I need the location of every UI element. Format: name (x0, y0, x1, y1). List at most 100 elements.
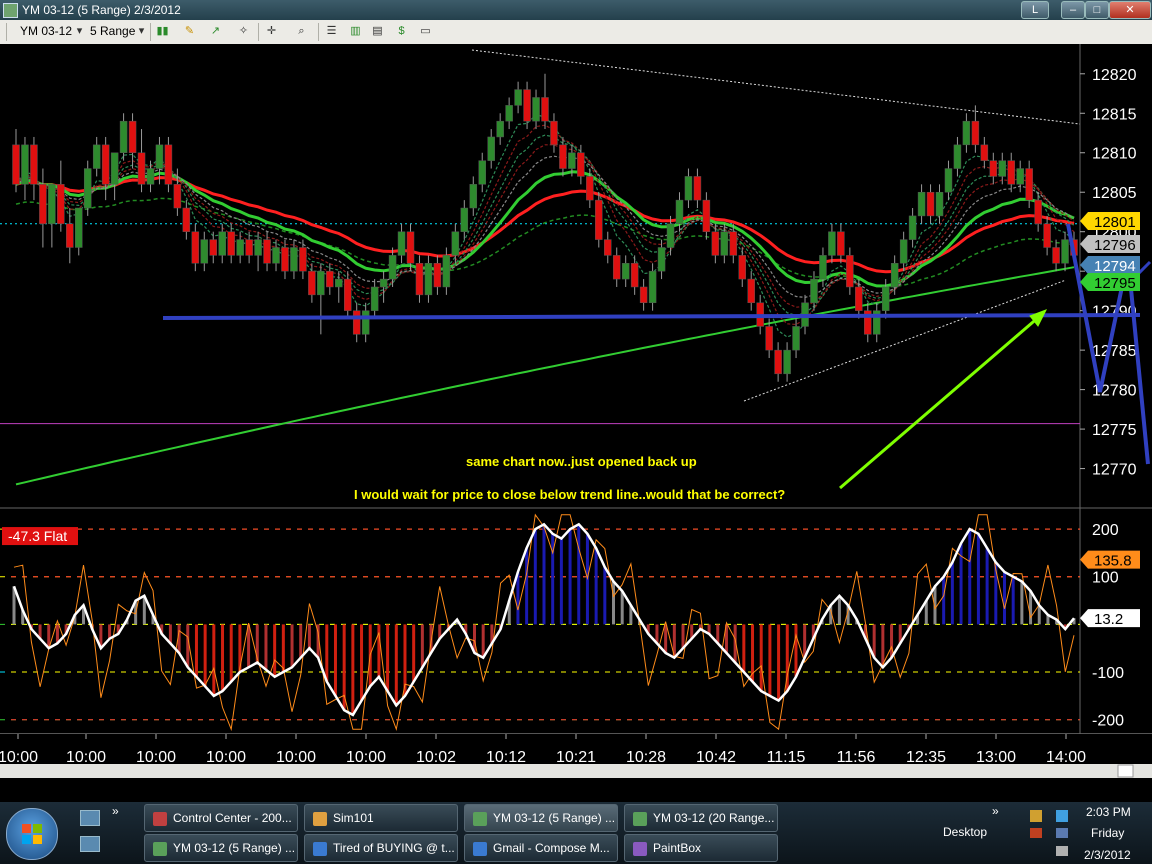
candle-down (281, 247, 289, 272)
candle-down (101, 144, 110, 185)
candle-up (110, 152, 119, 185)
pencil-icon[interactable]: ✎ (182, 24, 197, 39)
close-button[interactable]: ✕ (1109, 1, 1151, 19)
scrollbar-thumb[interactable] (1117, 764, 1134, 778)
time-tick-label: 10:00 (276, 749, 316, 766)
task-label: YM 03-12 (5 Range) ... (173, 841, 296, 855)
candle-down (209, 239, 218, 256)
tray-chevron[interactable]: » (992, 804, 999, 818)
instrument-selector[interactable]: YM 03-12 (20, 23, 72, 40)
cci-tick-label: 200 (1092, 522, 1119, 539)
candle-down (559, 144, 567, 169)
candle-up (828, 231, 836, 256)
candle-down (711, 231, 720, 256)
taskbar-task[interactable]: Control Center - 200... (144, 804, 298, 832)
taskbar-task[interactable]: YM 03-12 (5 Range) ... (144, 834, 298, 862)
candle-up (720, 231, 729, 256)
price-tick-label: 12815 (1092, 106, 1137, 123)
quicklaunch-desktop-icon[interactable] (80, 810, 100, 826)
app-icon (3, 3, 18, 18)
taskbar-task[interactable]: YM 03-12 (5 Range) ... (464, 804, 618, 832)
chart-toolbar: YM 03-12 ▾ 5 Range ▾ ▮▮ ✎ ↗ ✧ ✛ ⌕ ☰ ▥ ▤ … (0, 20, 1152, 45)
candle-down (299, 247, 307, 272)
task-app-icon (473, 811, 487, 826)
candle-up (890, 263, 899, 288)
candle-up (379, 278, 388, 288)
candle-up (119, 120, 128, 153)
candle-up (272, 247, 280, 264)
time-tick-label: 10:02 (416, 749, 456, 766)
start-button[interactable] (6, 808, 58, 860)
candle-up (648, 270, 657, 304)
interval-selector[interactable]: 5 Range (90, 23, 135, 40)
candle-up (424, 263, 433, 296)
candle-down (693, 176, 702, 201)
candle-up (218, 231, 226, 256)
candle-up (1016, 168, 1024, 185)
taskbar-task[interactable]: Tired of BUYING @ t... (304, 834, 458, 862)
maximize-button[interactable]: □ (1085, 1, 1109, 19)
candle-down (747, 278, 755, 304)
candle-down (1025, 168, 1033, 201)
candle-down (765, 326, 773, 351)
network-icon[interactable] (1056, 828, 1068, 838)
dollar-icon[interactable]: $ (394, 24, 409, 39)
zoom-icon[interactable]: ⌕ (294, 24, 309, 39)
candle-up (496, 120, 504, 138)
layout-button[interactable]: L (1021, 1, 1049, 19)
draw-tool-icon[interactable]: ↗ (208, 24, 223, 39)
taskbar-task[interactable]: YM 03-12 (20 Range... (624, 804, 778, 832)
instrument-dropdown-icon[interactable]: ▾ (72, 24, 87, 39)
candle-up (568, 152, 576, 169)
data-box-icon[interactable]: ▭ (418, 24, 433, 39)
crosshair-icon[interactable]: ✛ (264, 24, 279, 39)
indicators-icon[interactable]: ▥ (348, 24, 363, 39)
candle-up (953, 144, 962, 169)
taskbar-task[interactable]: PaintBox (624, 834, 778, 862)
candle-down (30, 144, 38, 185)
candle-up (819, 255, 827, 280)
candle-up (451, 231, 460, 256)
candle-up (200, 239, 209, 264)
candle-down (66, 223, 74, 248)
candle-down (1034, 199, 1042, 225)
horizontal-scrollbar[interactable] (0, 764, 1152, 778)
minimize-button[interactable]: – (1061, 1, 1085, 19)
candle-up (944, 168, 953, 193)
task-label: YM 03-12 (20 Range... (653, 811, 775, 825)
taskbar-task[interactable]: Sim101 (304, 804, 458, 832)
cci-value-label: -47.3 Flat (8, 528, 67, 544)
price-tick-label: 12770 (1092, 462, 1137, 479)
clock-day: Friday (1091, 826, 1125, 840)
quicklaunch-switch-icon[interactable] (80, 836, 100, 852)
time-tick-label: 14:00 (1046, 749, 1086, 766)
time-tick-label: 10:00 (136, 749, 176, 766)
interval-dropdown-icon[interactable]: ▾ (134, 24, 149, 39)
cci-tick-label: 100 (1092, 570, 1119, 587)
properties-icon[interactable]: ☰ (324, 24, 339, 39)
candle-up (469, 184, 478, 209)
bar-type-icon[interactable]: ▮▮ (155, 24, 170, 39)
candle-up (361, 310, 370, 335)
time-tick-label: 13:00 (976, 749, 1016, 766)
time-tick-label: 12:35 (906, 749, 946, 766)
flag-icon[interactable] (1030, 828, 1042, 838)
quicklaunch-chevron[interactable]: » (112, 804, 119, 818)
strategies-icon[interactable]: ▤ (370, 24, 385, 39)
magic-wand-icon[interactable]: ✧ (236, 24, 251, 39)
candle-up (1061, 239, 1069, 264)
show-desktop-button[interactable]: Desktop (943, 825, 987, 839)
candle-up (532, 97, 540, 122)
tray-app-icon[interactable] (1030, 810, 1042, 822)
task-label: Control Center - 200... (173, 811, 292, 825)
candle-up (317, 270, 325, 296)
clock-time[interactable]: 2:03 PM (1086, 805, 1131, 819)
candle-down (595, 199, 603, 240)
volume-icon[interactable] (1056, 846, 1068, 856)
tray-app-icon[interactable] (1056, 810, 1068, 822)
task-label: Sim101 (333, 811, 374, 825)
taskbar-task[interactable]: Gmail - Compose M... (464, 834, 618, 862)
chart-panel[interactable]: 1282012815128101280512800127951279012785… (0, 44, 1152, 778)
candle-up (505, 105, 513, 122)
task-app-icon (313, 841, 327, 856)
